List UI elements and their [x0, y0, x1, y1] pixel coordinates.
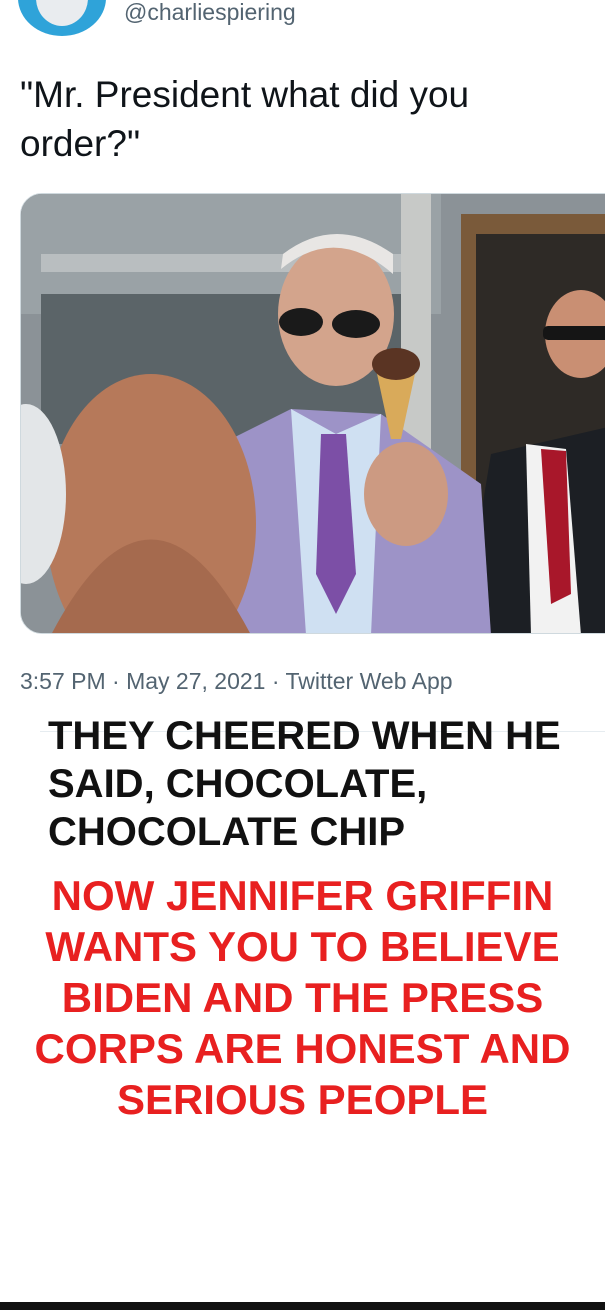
user-avatar-icon[interactable]: [18, 0, 106, 36]
meme-caption-black: THEY CHEERED WHEN HE SAID, CHOCOLATE, CH…: [48, 714, 561, 854]
user-handle[interactable]: @charliespiering: [124, 0, 296, 26]
bottom-edge-bar: [0, 1302, 605, 1310]
photo-illustration: [21, 194, 605, 633]
avatar-face: [36, 0, 88, 26]
meme-caption-red: NOW JENNIFER GRIFFIN WANTS YOU TO BELIEV…: [34, 872, 571, 1123]
tweet-timestamp[interactable]: 3:57 PM · May 27, 2021 · Twitter Web App: [20, 666, 453, 696]
tweet-media-photo[interactable]: [20, 193, 605, 634]
tweet-text: "Mr. President what did you order?": [20, 74, 470, 164]
